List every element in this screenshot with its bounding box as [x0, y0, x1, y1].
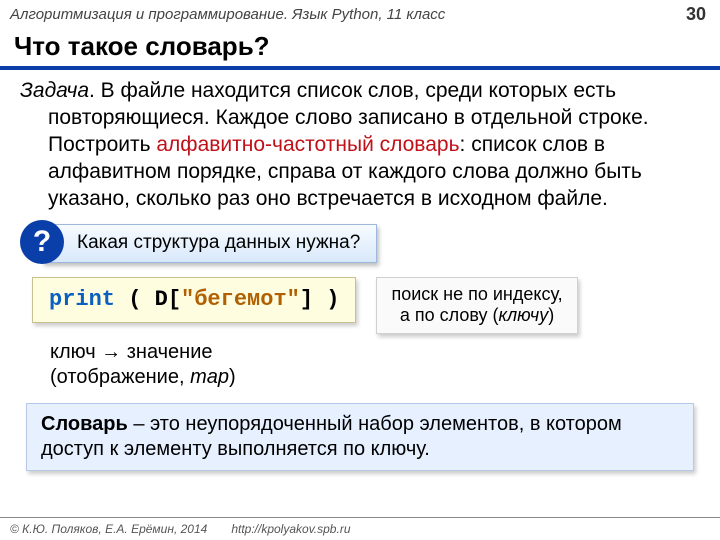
code-row: print ( D["бегемот"] ) поиск не по индек…	[32, 277, 700, 334]
code-keyword-print: print	[49, 287, 115, 312]
map-note-line2: (отображение, map)	[50, 365, 700, 391]
course-name: Алгоритмизация и программирование. Язык …	[10, 6, 445, 23]
definition-box: Словарь – это неупорядоченный набор элем…	[26, 403, 694, 471]
slide-number: 30	[686, 4, 706, 25]
code-after-str: ] )	[300, 287, 340, 312]
slide-title: Что такое словарь?	[0, 27, 720, 70]
task-label: Задача	[20, 79, 89, 102]
definition-term: Словарь	[41, 413, 128, 435]
footer-copyright: © К.Ю. Поляков, Е.А. Ерёмин, 2014	[10, 522, 207, 536]
definition-rest: – это неупорядоченный набор элементов, в…	[41, 413, 622, 460]
task-paragraph: Задача. В файле находится список слов, с…	[20, 78, 700, 212]
map-note: ключ → значение (отображение, map)	[50, 340, 700, 391]
footer-url: http://kpolyakov.spb.ru	[231, 522, 350, 536]
side-note: поиск не по индексу, а по слову (ключу)	[376, 277, 577, 334]
question-callout: ? Какая структура данных нужна?	[20, 224, 700, 262]
side-note-line2: а по слову (ключу)	[391, 305, 562, 327]
side-note-line1: поиск не по индексу,	[391, 284, 562, 306]
map-note-line1: ключ → значение	[50, 340, 700, 366]
code-string-literal: "бегемот"	[181, 287, 300, 312]
slide-content: Задача. В файле находится список слов, с…	[0, 78, 720, 471]
slide-footer: © К.Ю. Поляков, Е.А. Ерёмин, 2014 http:/…	[0, 517, 720, 540]
task-emphasis: алфавитно-частотный словарь	[156, 133, 459, 156]
code-before-str: ( D[	[115, 287, 181, 312]
code-example: print ( D["бегемот"] )	[32, 277, 356, 323]
slide-header: Алгоритмизация и программирование. Язык …	[0, 0, 720, 27]
question-text: Какая структура данных нужна?	[42, 224, 377, 262]
